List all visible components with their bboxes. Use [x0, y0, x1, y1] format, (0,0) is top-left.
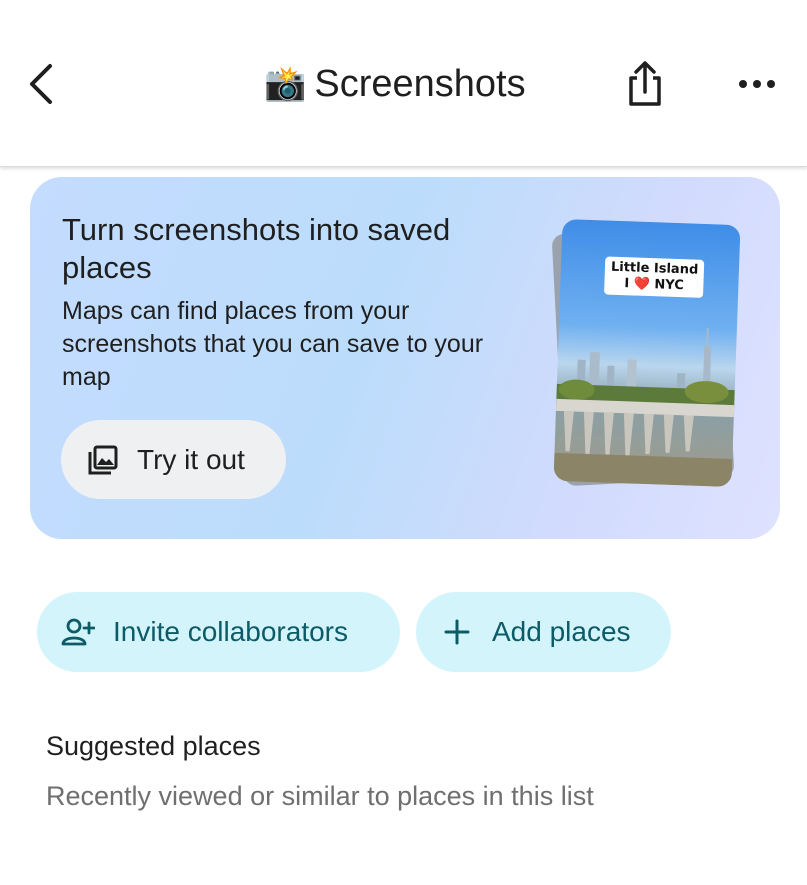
try-it-out-label: Try it out — [137, 443, 245, 475]
share-button[interactable] — [623, 58, 667, 110]
more-options-button[interactable] — [733, 64, 781, 104]
stacked-screenshot-front: Little Island I ❤️ NYC — [553, 218, 741, 488]
promo-description: Maps can find places from your screensho… — [62, 297, 484, 391]
page-title-text: Screenshots — [314, 62, 526, 105]
screenshots-promo-card: Turn screenshots into saved places Maps … — [30, 177, 780, 539]
sticker-line-2: I ❤️ NYC — [624, 276, 685, 294]
top-app-bar: 📸 Screenshots — [0, 0, 807, 167]
more-horizontal-icon — [739, 80, 775, 88]
plus-icon — [444, 619, 470, 645]
back-button[interactable] — [22, 58, 66, 110]
add-places-label: Add places — [492, 616, 631, 647]
camera-flash-icon: 📸 — [264, 64, 307, 104]
promo-title: Turn screenshots into saved places — [62, 212, 451, 285]
suggested-places-subtitle: Recently viewed or similar to places in … — [46, 781, 594, 811]
add-places-button[interactable]: Add places — [416, 592, 671, 672]
invite-collaborators-label: Invite collaborators — [113, 616, 349, 647]
chevron-left-icon — [30, 64, 52, 104]
share-icon — [629, 61, 661, 106]
photo-library-icon — [88, 445, 118, 474]
suggested-places-heading: Suggested places — [46, 731, 261, 761]
page-title: 📸 Screenshots — [264, 58, 526, 110]
promo-illustration: Little Island I ❤️ NYC — [548, 218, 748, 492]
photo-sticker: Little Island I ❤️ NYC — [604, 256, 705, 298]
invite-collaborators-button[interactable]: Invite collaborators — [37, 592, 400, 672]
try-it-out-button[interactable]: Try it out — [61, 420, 286, 499]
person-add-icon — [61, 618, 95, 646]
